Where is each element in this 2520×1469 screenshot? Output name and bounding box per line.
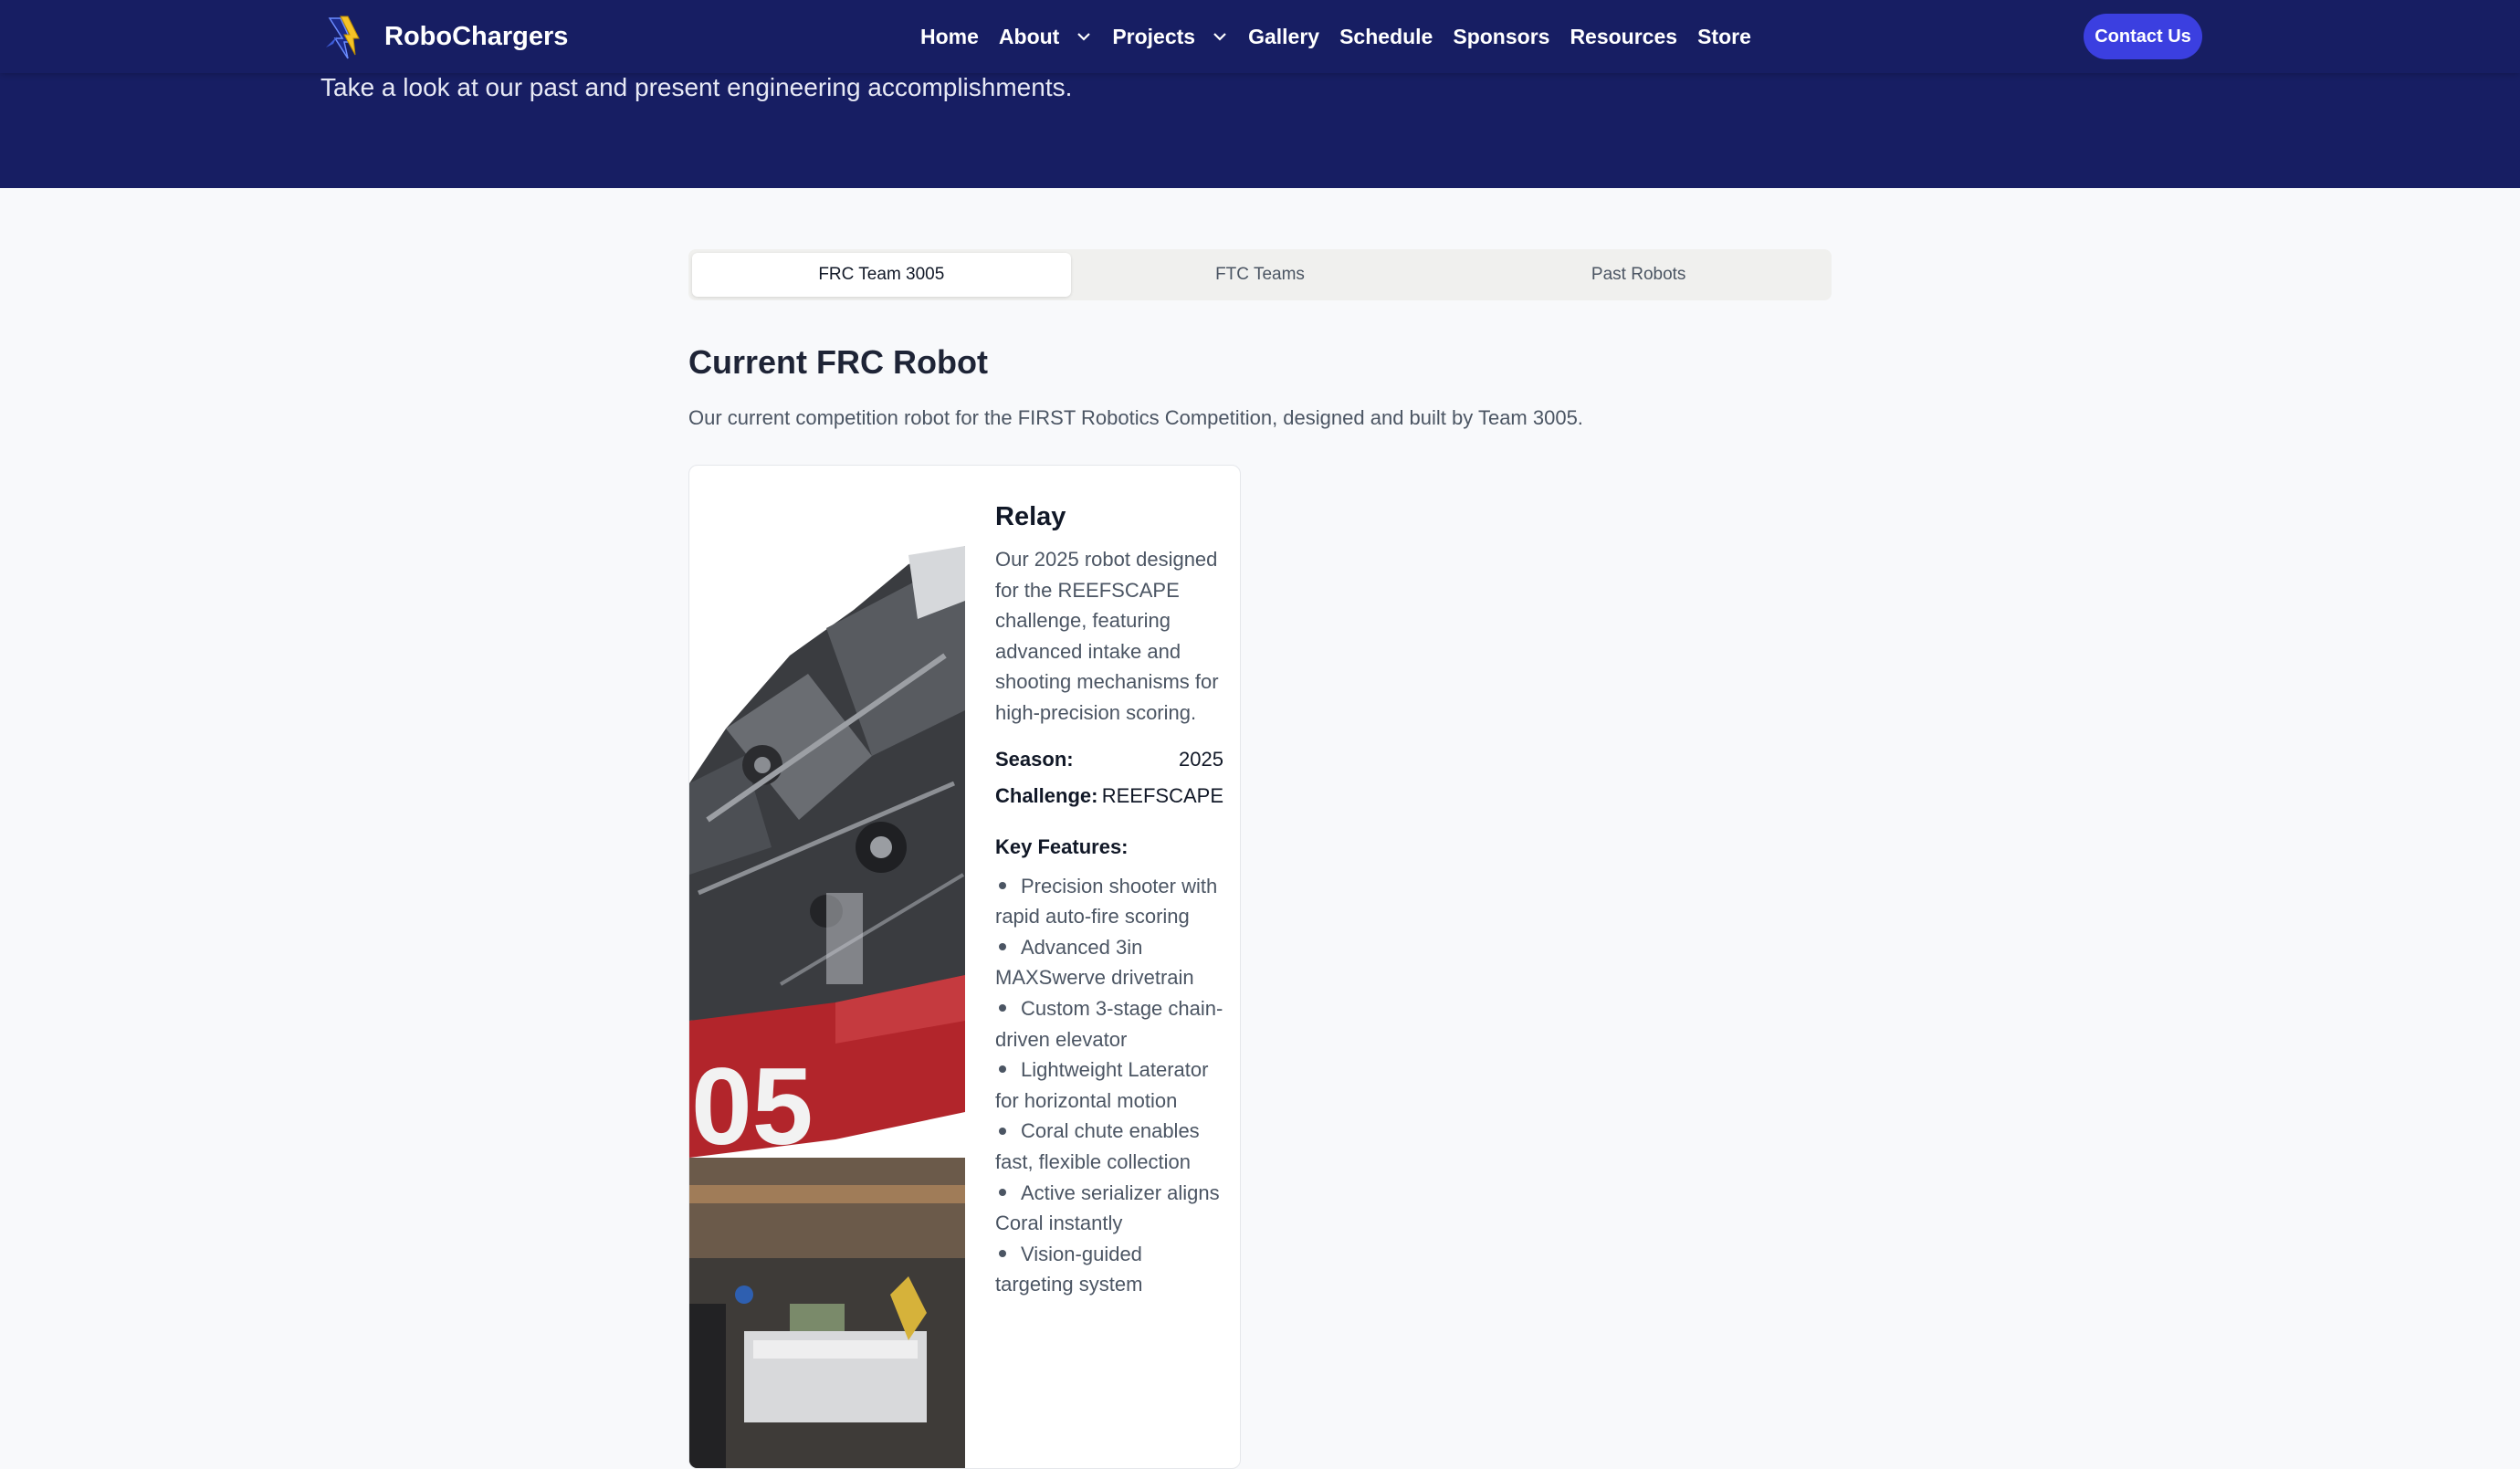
key-features-heading: Key Features:	[995, 834, 1129, 858]
list-item: Coral chute enables fast, flexible colle…	[995, 1116, 1223, 1177]
section-title: Current FRC Robot	[688, 343, 988, 381]
feature-text: Vision-guided targeting system	[995, 1242, 1143, 1296]
robot-details: Relay Our 2025 robot designed for the RE…	[995, 498, 1223, 1300]
feature-text: Precision shooter with rapid auto-fire s…	[995, 874, 1218, 929]
feature-text: Advanced 3in MAXSwerve drivetrain	[995, 935, 1194, 990]
nav-resources[interactable]: Resources	[1570, 25, 1677, 49]
bullet-icon	[999, 942, 1006, 950]
spec-challenge: Challenge: REEFSCAPE	[995, 778, 1223, 814]
key-features-list: Precision shooter with rapid auto-fire s…	[995, 871, 1223, 1300]
bullet-icon	[999, 1004, 1006, 1013]
hero-subtitle: Take a look at our past and present engi…	[320, 73, 1073, 101]
nav-projects[interactable]: Projects	[1112, 25, 1228, 49]
brand-name: RoboChargers	[384, 21, 569, 51]
list-item: Lightweight Laterator for horizontal mot…	[995, 1055, 1223, 1116]
nav-schedule-label: Schedule	[1339, 24, 1433, 48]
tab-ftc-teams[interactable]: FTC Teams	[1071, 253, 1450, 297]
list-item: Custom 3-stage chain-driven elevator	[995, 993, 1223, 1055]
robot-name: Relay	[995, 502, 1066, 531]
nav-store[interactable]: Store	[1697, 25, 1751, 49]
nav-schedule[interactable]: Schedule	[1339, 25, 1433, 49]
feature-text: Lightweight Laterator for horizontal mot…	[995, 1058, 1209, 1112]
bullet-icon	[999, 881, 1006, 889]
nav-sponsors[interactable]: Sponsors	[1453, 25, 1549, 49]
chevron-down-icon	[1077, 33, 1091, 41]
feature-text: Active serializer aligns Coral instantly	[995, 1180, 1220, 1235]
primary-nav: Home About Projects Gallery Schedule Spo…	[920, 0, 1771, 73]
robot-tabs: FRC Team 3005 FTC Teams Past Robots	[688, 249, 1832, 300]
list-item: Vision-guided targeting system	[995, 1239, 1223, 1300]
bullet-icon	[999, 1065, 1006, 1074]
robot-specs: Season: 2025 Challenge: REEFSCAPE	[995, 741, 1223, 814]
nav-projects-label: Projects	[1112, 24, 1196, 48]
list-item: Advanced 3in MAXSwerve drivetrain	[995, 932, 1223, 993]
nav-home-label: Home	[920, 24, 979, 48]
robot-description: Our 2025 robot designed for the REEFSCAP…	[995, 548, 1219, 724]
spec-challenge-value: REEFSCAPE	[1101, 783, 1223, 807]
nav-sponsors-label: Sponsors	[1453, 24, 1550, 48]
nav-gallery-label: Gallery	[1248, 24, 1320, 48]
tab-past-robots[interactable]: Past Robots	[1449, 253, 1828, 297]
feature-text: Coral chute enables fast, flexible colle…	[995, 1119, 1200, 1173]
navbar: RoboChargers Home About Projects Gallery…	[0, 0, 2520, 73]
nav-store-label: Store	[1697, 24, 1751, 48]
bullet-icon	[999, 1249, 1006, 1257]
chevron-down-icon	[1213, 33, 1226, 41]
tab-frc-team-3005[interactable]: FRC Team 3005	[692, 253, 1071, 297]
nav-home[interactable]: Home	[920, 25, 979, 49]
bullet-icon	[999, 1127, 1006, 1135]
spec-season: Season: 2025	[995, 741, 1223, 778]
brand-logo-link[interactable]: RoboChargers	[320, 9, 568, 64]
nav-resources-label: Resources	[1570, 24, 1678, 48]
section-description: Our current competition robot for the FI…	[688, 406, 1583, 429]
bullet-icon	[999, 1188, 1006, 1196]
bumper-number: 05	[691, 1045, 813, 1168]
robot-photo: 05	[689, 546, 965, 1468]
feature-text: Custom 3-stage chain-driven elevator	[995, 996, 1223, 1051]
contact-us-button[interactable]: Contact Us	[2084, 14, 2202, 59]
robot-card: 05 Relay Our 2025 robot designed for the…	[688, 465, 1241, 1469]
list-item: Active serializer aligns Coral instantly	[995, 1178, 1223, 1239]
nav-about-label: About	[998, 24, 1060, 48]
nav-about[interactable]: About	[999, 25, 1092, 49]
spec-season-value: 2025	[1179, 747, 1223, 771]
spec-season-label: Season:	[995, 747, 1074, 771]
list-item: Precision shooter with rapid auto-fire s…	[995, 871, 1223, 932]
nav-gallery[interactable]: Gallery	[1248, 25, 1319, 49]
lightning-logo-icon	[320, 11, 372, 62]
spec-challenge-label: Challenge:	[995, 783, 1098, 807]
